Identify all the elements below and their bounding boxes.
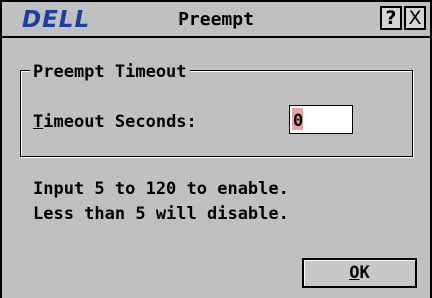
dialog-title: Preempt — [178, 9, 254, 30]
preempt-dialog: DELL Preempt ? X Preempt Timeout Timeout… — [0, 0, 432, 298]
info-line-1: Input 5 to 120 to enable. — [33, 179, 289, 199]
ok-rest: K — [359, 263, 370, 283]
info-line-2: Less than 5 will disable. — [33, 204, 289, 224]
close-icon[interactable]: X — [404, 6, 426, 30]
title-bar: DELL Preempt ? X — [2, 2, 430, 38]
timeout-label-mnemonic: T — [33, 112, 44, 132]
timeout-label-rest: imeout Seconds: — [43, 112, 197, 132]
window-border-left — [0, 0, 2, 298]
info-text: Input 5 to 120 to enable. Less than 5 wi… — [33, 177, 289, 227]
timeout-seconds-value: 0 — [293, 111, 304, 131]
group-legend: Preempt Timeout — [30, 62, 190, 82]
timeout-seconds-label: Timeout Seconds: — [33, 112, 197, 132]
help-icon[interactable]: ? — [380, 6, 402, 30]
ok-mnemonic: O — [349, 263, 360, 283]
ok-button[interactable]: OK — [302, 258, 417, 288]
